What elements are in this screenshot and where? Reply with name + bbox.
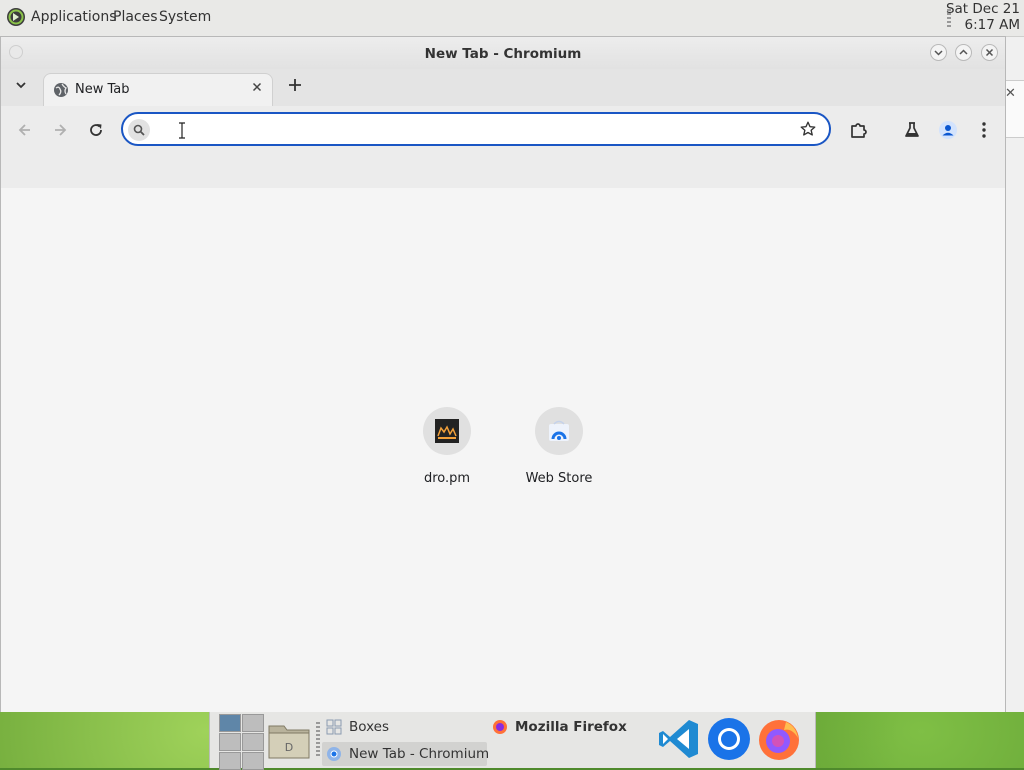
labs-flask-icon[interactable]	[902, 120, 922, 140]
shortcut-tile[interactable]: dro.pm	[391, 407, 503, 486]
tab-title: New Tab	[75, 82, 130, 97]
top-panel: Applications Places System Sat Dec 21 6:…	[0, 0, 1024, 37]
shortcut-icon-circle	[423, 407, 471, 455]
new-tab-page: dro.pm Web Store	[1, 188, 1005, 712]
tab-search-button[interactable]	[9, 78, 33, 98]
shortcut-tile[interactable]: Web Store	[503, 407, 615, 486]
chevron-up-icon	[959, 49, 968, 55]
task-boxes[interactable]: Boxes	[322, 715, 482, 739]
workspace-switcher[interactable]	[219, 714, 264, 770]
workspace-4[interactable]	[242, 733, 264, 751]
task-label: Mozilla Firefox	[515, 719, 627, 735]
menu-places[interactable]: Places	[113, 9, 158, 25]
search-icon	[128, 119, 150, 141]
close-icon[interactable]: ✕	[1005, 86, 1016, 101]
dro-pm-favicon-icon	[435, 419, 459, 443]
maximize-button[interactable]	[955, 44, 972, 61]
chromium-icon[interactable]	[706, 716, 752, 762]
new-tab-button[interactable]	[285, 74, 305, 98]
shortcut-label: dro.pm	[423, 471, 471, 486]
vscode-icon[interactable]	[656, 716, 702, 762]
more-menu-icon[interactable]	[974, 120, 994, 140]
chromium-icon	[327, 747, 341, 761]
shortcut-icon-circle	[535, 407, 583, 455]
close-button[interactable]	[981, 44, 998, 61]
reload-icon[interactable]	[86, 120, 106, 140]
workspace-2[interactable]	[242, 714, 264, 732]
task-label: Boxes	[349, 719, 390, 735]
close-icon	[252, 82, 262, 92]
bottom-panel: D Boxes Mozilla Firefox New Tab - Chromi…	[209, 712, 816, 770]
firefox-icon[interactable]	[756, 716, 802, 762]
svg-text:D: D	[285, 741, 293, 754]
globe-icon	[54, 83, 68, 97]
tab-strip: New Tab	[1, 69, 1005, 106]
panel-grip[interactable]	[316, 722, 320, 758]
address-input[interactable]	[159, 119, 803, 143]
workspace-6[interactable]	[242, 752, 264, 770]
clock-date: Sat Dec 21	[945, 1, 1020, 17]
workspace-5[interactable]	[219, 752, 241, 770]
chromium-window: New Tab - Chromium New Tab dro.pm Web St…	[0, 36, 1006, 712]
bookmark-star-icon[interactable]	[799, 120, 817, 138]
back-arrow-icon[interactable]	[15, 120, 35, 140]
firefox-icon	[493, 720, 507, 734]
task-firefox[interactable]: Mozilla Firefox	[488, 715, 648, 739]
tab-new-tab[interactable]: New Tab	[43, 73, 273, 106]
profile-avatar-icon[interactable]	[938, 120, 958, 140]
clock-time: 6:17 AM	[964, 17, 1021, 33]
folder-icon[interactable]: D	[266, 718, 312, 762]
clock[interactable]: Sat Dec 21 6:17 AM	[946, 1, 1020, 33]
browser-toolbar	[1, 106, 1005, 189]
workspace-1[interactable]	[219, 714, 241, 732]
close-icon	[985, 48, 994, 57]
web-store-icon	[549, 420, 569, 441]
minimize-button[interactable]	[930, 44, 947, 61]
chevron-down-icon	[934, 50, 943, 56]
menu-applications[interactable]: Applications	[31, 9, 117, 25]
workspace-3[interactable]	[219, 733, 241, 751]
window-titlebar[interactable]: New Tab - Chromium	[1, 37, 1005, 69]
boxes-icon	[326, 719, 342, 735]
mate-logo-icon[interactable]	[6, 7, 26, 27]
plus-icon	[289, 79, 301, 91]
text-cursor-icon	[179, 122, 185, 139]
tab-close-button[interactable]	[250, 80, 264, 98]
address-bar[interactable]	[121, 112, 831, 146]
shortcut-label: Web Store	[525, 471, 593, 486]
task-label: New Tab - Chromium	[349, 746, 490, 762]
forward-arrow-icon[interactable]	[50, 120, 70, 140]
extensions-icon[interactable]	[849, 120, 869, 140]
task-chromium[interactable]: New Tab - Chromium	[322, 742, 490, 766]
window-title: New Tab - Chromium	[424, 46, 582, 62]
chevron-down-icon	[16, 82, 26, 89]
menu-system[interactable]: System	[159, 9, 211, 25]
